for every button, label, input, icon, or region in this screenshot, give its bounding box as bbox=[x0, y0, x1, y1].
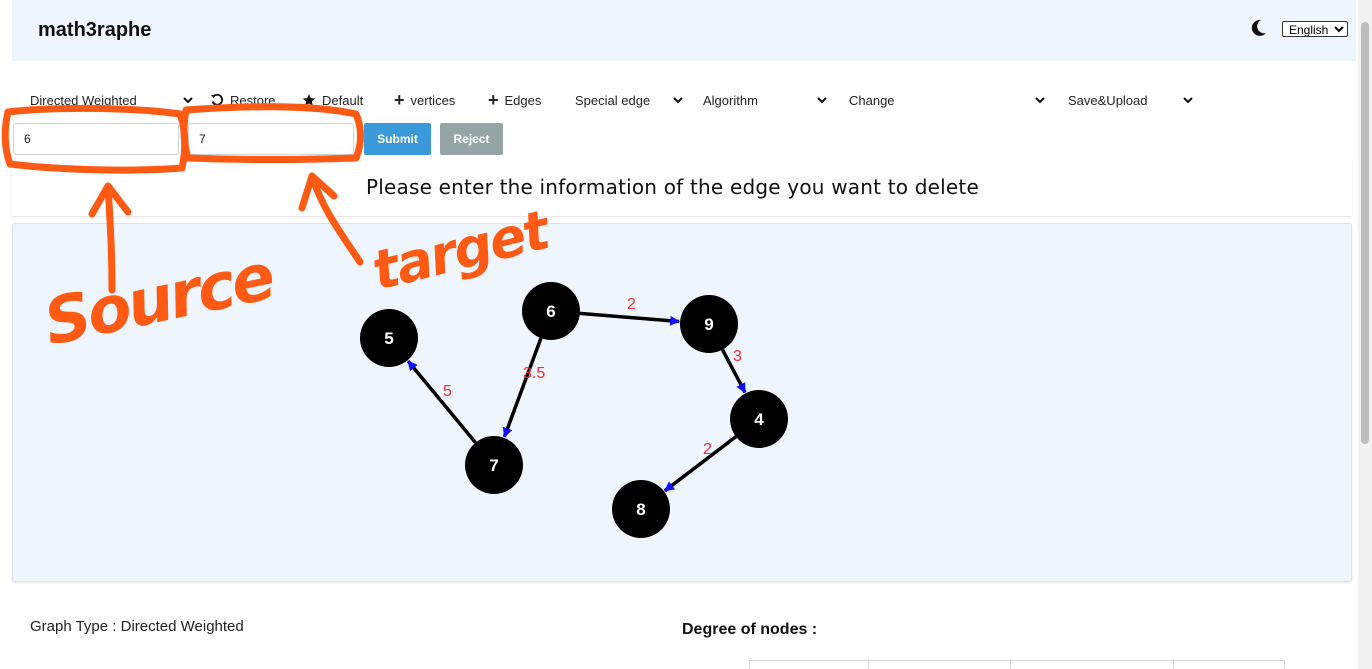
graph-node-9[interactable]: 9 bbox=[680, 295, 738, 353]
restore-button[interactable]: Restore bbox=[198, 80, 286, 120]
node-label: 9 bbox=[704, 315, 713, 334]
brand-logo[interactable]: math3raphe bbox=[38, 19, 151, 42]
edge-6-9[interactable] bbox=[579, 311, 681, 326]
degree-of-nodes-title: Degree of nodes : bbox=[682, 621, 818, 638]
edge-weight-label: 2 bbox=[627, 296, 636, 313]
special-edge-dropdown[interactable]: Special edge bbox=[562, 80, 686, 120]
add-vertices-button[interactable]: + vertices bbox=[382, 80, 472, 120]
node-label: 8 bbox=[636, 500, 645, 519]
message-panel: Please enter the information of the edge… bbox=[12, 158, 1352, 216]
node-label: 6 bbox=[546, 302, 555, 321]
page-scrollbar[interactable] bbox=[1358, 0, 1372, 669]
chevron-down-icon bbox=[183, 97, 193, 104]
vertices-label: vertices bbox=[410, 92, 456, 108]
app-header: math3raphe English bbox=[12, 0, 1356, 61]
graph-type-label: Directed Weighted bbox=[30, 92, 137, 108]
graph-canvas[interactable]: 2 3 3.5 5 2 5 6 9 4 7 8 bbox=[12, 223, 1352, 582]
star-icon bbox=[302, 94, 316, 106]
graph-node-8[interactable]: 8 bbox=[612, 480, 670, 538]
edge-weight-label: 2 bbox=[703, 441, 712, 458]
chevron-down-icon bbox=[1035, 97, 1045, 104]
table-column-divider bbox=[868, 661, 869, 669]
edge-weight-label: 3.5 bbox=[523, 365, 545, 382]
graph-node-5[interactable]: 5 bbox=[360, 309, 418, 367]
change-label: Change bbox=[849, 92, 895, 108]
edge-weight-label: 3 bbox=[733, 348, 742, 365]
add-edges-button[interactable]: + Edges bbox=[476, 80, 556, 120]
node-label: 7 bbox=[489, 456, 498, 475]
default-button[interactable]: Default bbox=[290, 80, 378, 120]
save-upload-dropdown[interactable]: Save&Upload bbox=[1054, 80, 1196, 120]
save-upload-label: Save&Upload bbox=[1068, 92, 1148, 108]
graph-node-6[interactable]: 6 bbox=[522, 282, 580, 340]
chevron-down-icon bbox=[673, 97, 683, 104]
edge-4-8[interactable] bbox=[663, 435, 738, 493]
restore-icon bbox=[211, 93, 224, 106]
chevron-down-icon bbox=[1183, 97, 1193, 104]
dark-mode-moon-icon[interactable] bbox=[1248, 18, 1268, 38]
graph-svg[interactable]: 2 3 3.5 5 2 5 6 9 4 7 8 bbox=[13, 224, 1353, 583]
default-label: Default bbox=[322, 92, 364, 108]
reject-button[interactable]: Reject bbox=[440, 123, 503, 155]
graph-type-dropdown[interactable]: Directed Weighted bbox=[18, 80, 196, 120]
graph-type-info: Graph Type : Directed Weighted bbox=[30, 618, 244, 635]
algorithm-dropdown[interactable]: Algorithm bbox=[690, 80, 830, 120]
edges-label: Edges bbox=[504, 92, 542, 108]
chevron-down-icon bbox=[817, 97, 827, 104]
instruction-message: Please enter the information of the edge… bbox=[366, 175, 979, 199]
graph-node-7[interactable]: 7 bbox=[465, 436, 523, 494]
edge-weight-label: 5 bbox=[443, 383, 452, 400]
change-dropdown[interactable]: Change bbox=[836, 80, 1048, 120]
edge-7-5[interactable] bbox=[406, 360, 477, 444]
target-node-input[interactable]: 7 bbox=[188, 123, 354, 155]
node-label: 5 bbox=[384, 329, 393, 348]
algorithm-label: Algorithm bbox=[703, 92, 758, 108]
plus-icon: + bbox=[488, 89, 499, 110]
app-root: math3raphe English Directed Weighted Res… bbox=[0, 0, 1372, 669]
special-edge-label: Special edge bbox=[575, 92, 651, 108]
language-select[interactable]: English bbox=[1282, 21, 1348, 37]
plus-icon: + bbox=[394, 89, 405, 110]
scrollbar-thumb[interactable] bbox=[1361, 22, 1369, 444]
node-label: 4 bbox=[754, 410, 764, 429]
graph-node-4[interactable]: 4 bbox=[730, 390, 788, 448]
source-node-input[interactable]: 6 bbox=[13, 123, 179, 155]
submit-button[interactable]: Submit bbox=[364, 123, 431, 155]
table-column-divider bbox=[1010, 661, 1011, 669]
degree-table bbox=[749, 660, 1285, 669]
toolbar: Directed Weighted Restore Default + vert… bbox=[12, 80, 1202, 122]
edge-6-7[interactable] bbox=[502, 337, 543, 438]
restore-label: Restore bbox=[230, 92, 276, 108]
table-column-divider bbox=[1173, 661, 1174, 669]
